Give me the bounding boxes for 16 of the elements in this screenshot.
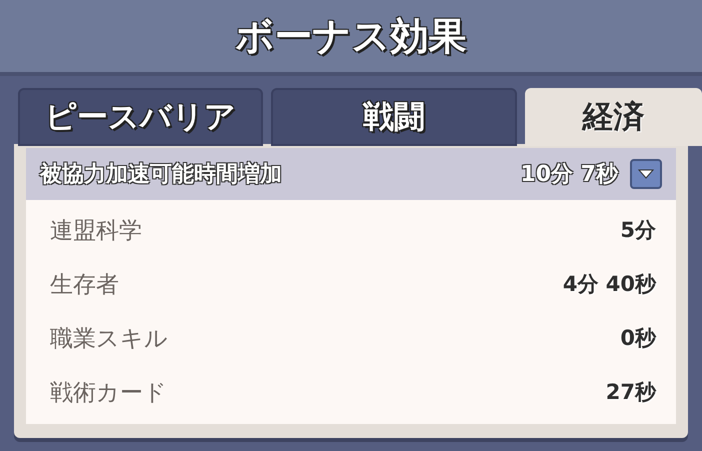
source-value: 5分 xyxy=(620,217,656,244)
source-value: 4分 40秒 xyxy=(562,271,656,298)
window-title: ボーナス効果 xyxy=(236,12,466,60)
source-name: 生存者 xyxy=(50,270,119,300)
tab[interactable]: ピースバリア xyxy=(18,88,264,146)
caret-icon xyxy=(638,169,654,179)
effect-total: 10分 7秒 xyxy=(520,160,618,188)
source-name: 連盟科学 xyxy=(50,216,142,246)
source-name: 職業スキル xyxy=(50,324,168,354)
source-value: 27秒 xyxy=(606,379,656,406)
effect-name: 被協力加速可能時間増加 xyxy=(40,160,283,188)
source-value: 0秒 xyxy=(620,325,656,352)
tab[interactable]: 経済 xyxy=(524,88,702,146)
tab[interactable]: 戦闘 xyxy=(271,88,517,146)
source-name: 戦術カード xyxy=(50,378,167,408)
expand-toggle[interactable] xyxy=(630,159,662,189)
